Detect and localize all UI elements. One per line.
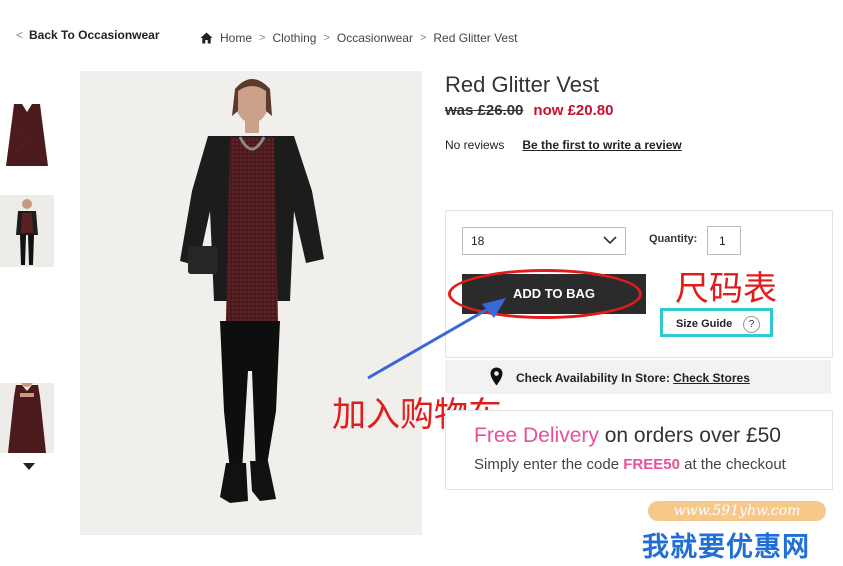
quantity-input[interactable]: 1	[707, 226, 741, 255]
annotation-arrow-icon	[367, 298, 506, 380]
breadcrumb-separator: >	[259, 32, 266, 44]
orders-over-text: on orders over £50	[598, 424, 781, 447]
reviews-count: No reviews	[445, 138, 505, 152]
breadcrumb-home[interactable]: Home	[220, 31, 252, 45]
breadcrumb-occasionwear[interactable]: Occasionwear	[337, 31, 413, 45]
delivery-headline: Free Delivery on orders over £50	[474, 424, 781, 448]
code-prefix: Simply enter the code	[474, 456, 624, 473]
size-select[interactable]: 18	[462, 227, 626, 255]
promo-code: FREE50	[623, 456, 680, 473]
home-icon[interactable]	[200, 32, 213, 44]
free-delivery-text: Free Delivery	[474, 424, 599, 447]
thumbnail-model-front[interactable]	[0, 195, 54, 267]
model-thumbnail-image	[16, 199, 38, 265]
breadcrumb-separator: >	[419, 32, 427, 44]
delivery-code-line: Simply enter the code FREE50 at the chec…	[474, 456, 786, 473]
price-block: was £26.00 now £20.80	[445, 102, 613, 119]
size-chart-annotation: 尺码表	[675, 269, 777, 309]
watermark-url: www.591yhw.com	[648, 501, 826, 521]
thumbnails-scroll-down-icon[interactable]	[23, 463, 35, 470]
thumbnail-vest[interactable]	[0, 100, 54, 172]
now-price: now £20.80	[533, 102, 614, 119]
back-link[interactable]: < Back To Occasionwear	[16, 28, 160, 42]
size-guide-link[interactable]: Size Guide	[676, 318, 732, 330]
was-price: was £26.00	[445, 102, 524, 119]
breadcrumb-separator: >	[323, 32, 330, 44]
vest-thumbnail-image	[5, 104, 49, 167]
availability-text: Check Availability In Store: Check Store…	[516, 371, 750, 385]
code-suffix: at the checkout	[679, 456, 786, 473]
breadcrumb: Home > Clothing > Occasionwear > Red Gli…	[200, 31, 517, 45]
back-view-thumbnail-image	[8, 383, 46, 453]
reviews-row: No reviews Be the first to write a review	[445, 138, 682, 152]
watermark-brand: 我就要优惠网	[642, 532, 810, 563]
quantity-value: 1	[719, 234, 726, 248]
breadcrumb-current: Red Glitter Vest	[433, 31, 518, 45]
help-icon[interactable]: ?	[743, 316, 760, 333]
delivery-promo-box	[445, 410, 833, 490]
back-chevron-icon: <	[16, 28, 24, 42]
availability-label: Check Availability In Store:	[516, 371, 670, 385]
thumbnail-back-view[interactable]	[0, 383, 54, 453]
chevron-down-icon	[603, 236, 617, 245]
product-title: Red Glitter Vest	[445, 72, 600, 97]
size-select-value: 18	[471, 234, 485, 248]
breadcrumb-clothing[interactable]: Clothing	[272, 31, 316, 45]
back-link-label: Back To Occasionwear	[29, 28, 160, 42]
quantity-label: Quantity:	[649, 233, 698, 245]
check-stores-link[interactable]: Check Stores	[673, 371, 750, 385]
write-review-link[interactable]: Be the first to write a review	[522, 138, 681, 152]
